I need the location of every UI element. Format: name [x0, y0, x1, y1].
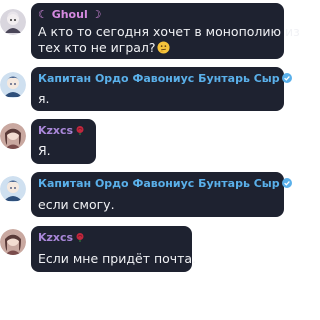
message-text: я. [38, 91, 50, 106]
rose-icon [76, 126, 84, 135]
verified-icon [281, 178, 292, 188]
author-name-text: Kzxcs [38, 124, 74, 137]
message-text: Если мне придёт почта. [38, 251, 197, 266]
author-name[interactable]: ☾ Ghoul ☽ [38, 8, 101, 21]
message-bubble-captain: Капитан Ордо Фавониус Бунтарь Сыр я. [31, 67, 292, 111]
author-name-text: Капитан Ордо Фавониус Бунтарь Сыр [38, 72, 280, 85]
message-bubble-kzxcs: Kzxcs Я. [31, 119, 96, 164]
author-name-text: Kzxcs [38, 231, 74, 244]
rose-icon [76, 233, 84, 242]
author-name[interactable]: Kzxcs [38, 124, 85, 137]
verified-icon [281, 73, 292, 83]
thinking-face-icon [157, 41, 170, 54]
message-bubble-kzxcs: Kzxcs Если мне придёт почта. [31, 226, 196, 272]
avatar-kzxcs[interactable] [0, 123, 26, 149]
author-name[interactable]: Kzxcs [38, 231, 85, 244]
avatar-captain[interactable] [0, 176, 26, 202]
avatar-ghoul[interactable] [0, 9, 26, 35]
message-bubble-captain: Капитан Ордо Фавониус Бунтарь Сыр если с… [31, 172, 292, 217]
message-text-line: А кто то сегодня хочет в монополию из [38, 24, 300, 39]
message-text: тех кто не играл? [38, 40, 156, 55]
message-text: Я. [38, 143, 51, 158]
message-text-line: тех кто не играл? [38, 40, 170, 56]
author-name[interactable]: Капитан Ордо Фавониус Бунтарь Сыр [38, 177, 292, 190]
message-text: если смогу. [38, 197, 115, 212]
author-name[interactable]: Капитан Ордо Фавониус Бунтарь Сыр [38, 72, 292, 85]
avatar-captain[interactable] [0, 72, 26, 98]
chat-feed: ☾ Ghoul ☽ А кто то сегодня хочет в моноп… [0, 0, 300, 320]
avatar-kzxcs[interactable] [0, 229, 26, 255]
message-bubble-ghoul: ☾ Ghoul ☽ А кто то сегодня хочет в моноп… [31, 3, 300, 59]
author-name-text: Капитан Ордо Фавониус Бунтарь Сыр [38, 177, 280, 190]
